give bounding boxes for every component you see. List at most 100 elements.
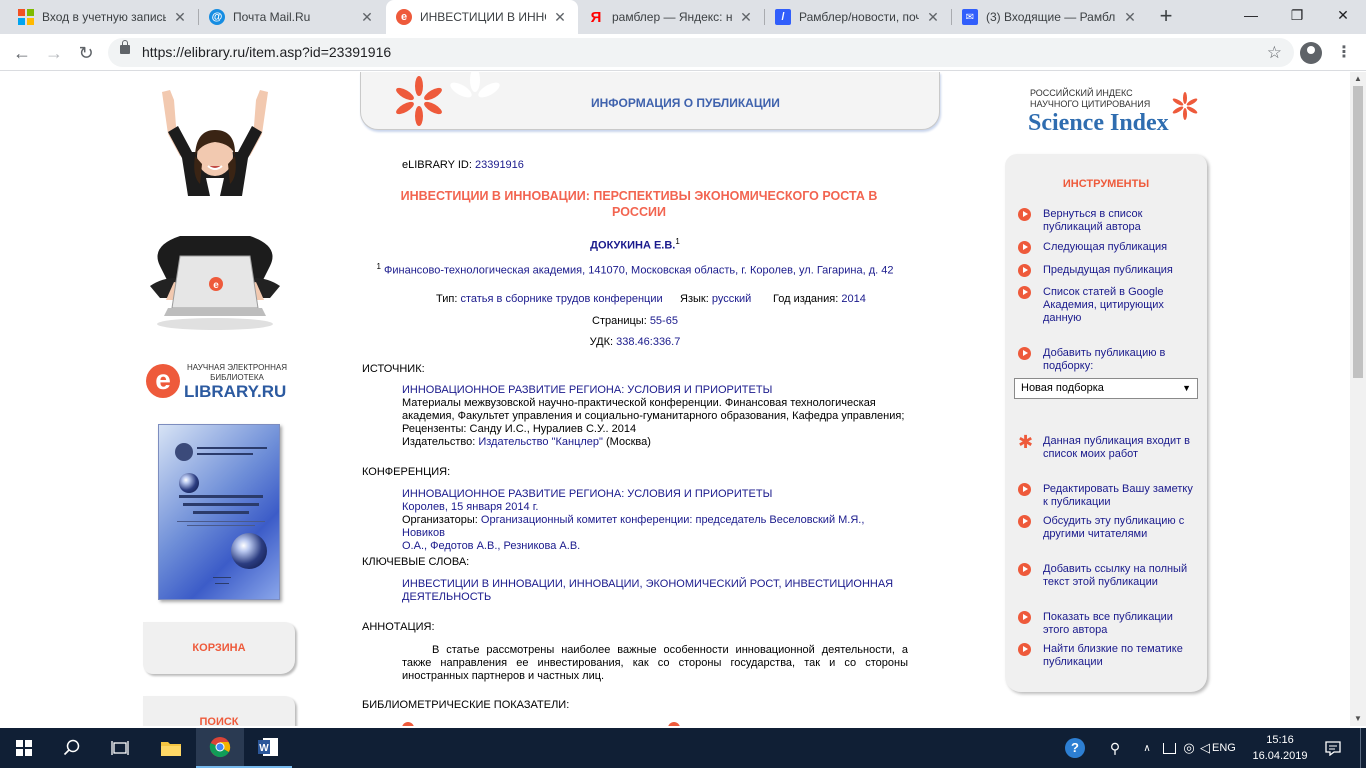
back-arrow-icon[interactable]: ← (8, 39, 36, 67)
elibrary-id-label: eLIBRARY ID: (402, 159, 472, 171)
publication-title: ИНВЕСТИЦИИ В ИННОВАЦИИ: ПЕРСПЕКТИВЫ ЭКОН… (400, 189, 878, 219)
keywords-label: КЛЮЧЕВЫЕ СЛОВА: (362, 556, 470, 568)
address-bar[interactable]: https://elibrary.ru/item.asp?id=23391916… (108, 38, 1294, 67)
cart-button[interactable]: КОРЗИНА (143, 622, 295, 674)
tool-add-to-collection[interactable]: Добавить публикацию в подборку: (1018, 347, 1200, 373)
elibrary-caption: НАУЧНАЯ ЭЛЕКТРОННАЯ БИБЛИОТЕКА (187, 363, 287, 382)
tab-title: Рамблер/новости, поч (799, 10, 919, 24)
chevron-up-icon[interactable]: ∧ (1138, 728, 1156, 768)
close-icon[interactable]: ✕ (1122, 9, 1138, 26)
elibrary-logo[interactable]: e НАУЧНАЯ ЭЛЕКТРОННАЯ БИБЛИОТЕКА LIBRARY… (140, 360, 300, 410)
tab-title: Почта Mail.Ru (233, 10, 311, 24)
organizers-value-cont: О.А., Федотов А.В., Резникова А.В. (402, 540, 581, 552)
minimize-button[interactable]: — (1228, 0, 1274, 30)
tab-title: Вход в учетную запись (42, 10, 166, 24)
elibrary-e-icon: e (396, 9, 412, 25)
publisher-link[interactable]: Издательство "Канцлер" (478, 436, 603, 448)
tool-in-my-works[interactable]: ✱ Данная публикация входит в список моих… (1018, 433, 1200, 461)
pages-row: Страницы: 55-65 (362, 315, 908, 327)
chrome-taskbar-button[interactable] (196, 728, 244, 768)
scroll-down-arrow-icon[interactable]: ▼ (1350, 712, 1366, 726)
yandex-y-icon: Я (590, 8, 602, 26)
tab-microsoft-login[interactable]: Вход в учетную запись ✕ (8, 0, 198, 34)
tool-discuss[interactable]: Обсудить эту публикацию с другими читате… (1018, 515, 1200, 541)
profile-avatar-icon[interactable] (1300, 42, 1322, 64)
file-explorer-button[interactable] (148, 728, 194, 768)
people-icon[interactable]: ⚲ (1104, 728, 1126, 768)
close-icon[interactable]: ✕ (359, 9, 375, 26)
new-tab-button[interactable]: + (1154, 5, 1178, 29)
asterisk-logo-icon (396, 76, 442, 126)
keywords-line[interactable]: ДЕЯТЕЛЬНОСТЬ (402, 591, 908, 604)
author-link[interactable]: ДОКУКИНА Е.В. (590, 240, 675, 252)
tab-yandex[interactable]: Я рамблер — Яндекс: на ✕ (578, 0, 764, 34)
browser-menu-icon[interactable]: ⋮ (1336, 40, 1352, 66)
rambler-slash-icon: / (775, 9, 791, 25)
search-button[interactable]: ПОИСК (143, 696, 295, 726)
close-icon[interactable]: ✕ (738, 9, 754, 26)
udk-value: 338.46:336.7 (616, 336, 681, 348)
close-icon[interactable]: ✕ (925, 9, 941, 26)
tool-previous-publication[interactable]: Предыдущая публикация (1018, 264, 1200, 277)
scroll-up-arrow-icon[interactable]: ▲ (1350, 72, 1366, 86)
udk-label: УДК: (589, 336, 614, 348)
notifications-icon[interactable] (1318, 728, 1348, 768)
tool-back-to-author-list[interactable]: Вернуться в список публикаций автора (1018, 208, 1200, 234)
tab-mailru[interactable]: @ Почта Mail.Ru ✕ (199, 0, 385, 34)
tool-all-author-publications[interactable]: Показать все публикации этого автора (1018, 611, 1200, 637)
task-view-button[interactable] (96, 728, 144, 768)
play-circle-icon (1018, 208, 1031, 221)
abstract-label: АННОТАЦИЯ: (362, 621, 435, 633)
clock[interactable]: 15:16 16.04.2019 (1250, 732, 1310, 764)
wifi-icon[interactable] (1160, 728, 1178, 768)
help-icon[interactable]: ? (1062, 728, 1088, 768)
tab-strip: Вход в учетную запись ✕ @ Почта Mail.Ru … (0, 0, 1366, 34)
source-title-link[interactable]: ИННОВАЦИОННОЕ РАЗВИТИЕ РЕГИОНА: УСЛОВИЯ … (402, 384, 908, 397)
page-title: ИНФОРМАЦИЯ О ПУБЛИКАЦИИ (591, 96, 780, 110)
keywords-line[interactable]: ИНВЕСТИЦИИ В ИННОВАЦИИ, ИННОВАЦИИ, ЭКОНО… (402, 578, 908, 591)
word-taskbar-button[interactable]: W (244, 728, 292, 768)
forward-arrow-icon[interactable]: → (40, 39, 68, 67)
tool-google-scholar-citations[interactable]: Список статей в Google Академия, цитирую… (1018, 286, 1200, 325)
play-circle-icon (1018, 264, 1031, 277)
play-circle-icon (1018, 483, 1031, 496)
affiliation-link[interactable]: Финансово-технологическая академия, 1410… (384, 265, 894, 277)
tool-add-fulltext-link[interactable]: Добавить ссылку на полный текст этой пуб… (1018, 563, 1200, 589)
tab-title: ИНВЕСТИЦИИ В ИННОВ (420, 10, 546, 24)
play-circle-icon (1018, 515, 1031, 528)
svg-text:W: W (259, 743, 269, 754)
restore-button[interactable]: ❐ (1274, 0, 1320, 30)
tab-rambler-mail[interactable]: ✉ (3) Входящие — Рамбл ✕ (952, 0, 1148, 34)
bookmark-star-icon[interactable]: ☆ (1267, 38, 1282, 67)
play-circle-icon (1018, 643, 1031, 656)
science-index-caption: РОССИЙСКИЙ ИНДЕКС НАУЧНОГО ЦИТИРОВАНИЯ (1030, 88, 1151, 109)
url-text[interactable]: https://elibrary.ru/item.asp?id=23391916 (142, 38, 391, 67)
reload-icon[interactable]: ↻ (72, 39, 100, 67)
abstract-text: В статье рассмотрены наиболее важные осо… (402, 644, 908, 682)
close-window-button[interactable]: ✕ (1320, 0, 1366, 30)
conference-title-link[interactable]: ИННОВАЦИОННОЕ РАЗВИТИЕ РЕГИОНА: УСЛОВИЯ … (402, 488, 908, 501)
science-index-logo[interactable]: РОССИЙСКИЙ ИНДЕКС НАУЧНОГО ЦИТИРОВАНИЯ S… (1028, 86, 1208, 136)
tab-elibrary[interactable]: e ИНВЕСТИЦИИ В ИННОВ ✕ (386, 0, 578, 34)
search-taskbar-button[interactable] (48, 728, 96, 768)
task-view-icon (111, 741, 129, 755)
play-circle-icon (1018, 347, 1031, 360)
tool-edit-note[interactable]: Редактировать Вашу заметку к публикации (1018, 483, 1200, 509)
tool-find-similar[interactable]: Найти близкие по тематике публикации (1018, 643, 1200, 669)
source-line: Рецензенты: Санду И.С., Нуралиев С.У.. 2… (402, 423, 637, 435)
scrollbar-thumb[interactable] (1353, 86, 1363, 378)
show-desktop-button[interactable] (1360, 728, 1366, 768)
book-cover-image[interactable] (158, 424, 280, 600)
type-row: Тип: статья в сборнике трудов конференци… (436, 293, 663, 306)
start-button[interactable] (0, 728, 48, 768)
collection-select[interactable]: Новая подборка ▼ (1014, 378, 1198, 399)
keyboard-language[interactable]: ENG (1212, 728, 1236, 768)
vertical-scrollbar[interactable]: ▲ ▼ (1350, 72, 1366, 726)
clock-time: 15:16 (1266, 734, 1294, 746)
conference-label: КОНФЕРЕНЦИЯ: (362, 466, 451, 478)
tab-rambler-news[interactable]: / Рамблер/новости, поч ✕ (765, 0, 951, 34)
close-icon[interactable]: ✕ (552, 9, 568, 26)
chevron-down-icon: ▼ (1182, 383, 1191, 393)
close-icon[interactable]: ✕ (172, 9, 188, 26)
tool-next-publication[interactable]: Следующая публикация (1018, 241, 1200, 254)
